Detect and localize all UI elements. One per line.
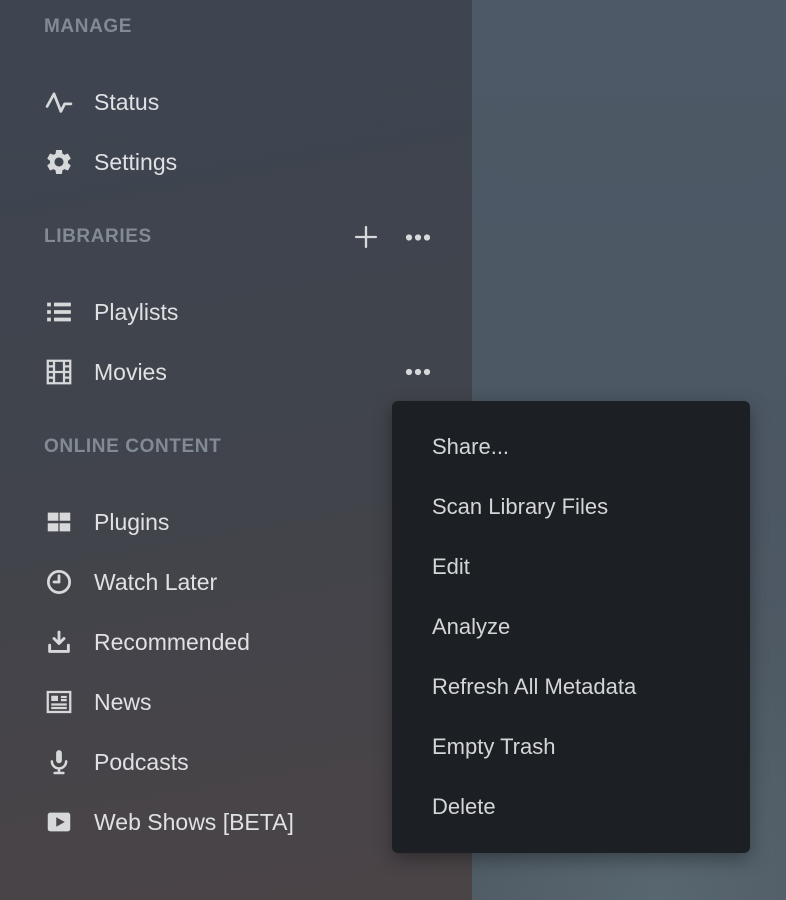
sidebar-item-label: Plugins	[94, 509, 169, 536]
microphone-icon	[44, 747, 74, 777]
menu-item-empty-trash[interactable]: Empty Trash	[392, 717, 750, 777]
section-label-libraries: LIBRARIES	[44, 226, 152, 248]
grid-icon	[44, 507, 74, 537]
sidebar-item-movies[interactable]: Movies	[0, 342, 472, 402]
play-box-icon	[44, 807, 74, 837]
activity-icon	[44, 87, 74, 117]
movies-more-button[interactable]	[404, 358, 432, 386]
sidebar-item-label: Web Shows [BETA]	[94, 809, 294, 836]
libraries-more-button[interactable]	[404, 223, 432, 251]
sidebar-item-label: Watch Later	[94, 569, 217, 596]
menu-item-delete[interactable]: Delete	[392, 777, 750, 837]
sidebar-item-settings[interactable]: Settings	[0, 132, 472, 192]
ellipsis-icon	[404, 358, 432, 386]
sidebar-item-label: Recommended	[94, 629, 250, 656]
sidebar-item-status[interactable]: Status	[0, 72, 472, 132]
film-icon	[44, 357, 74, 387]
sidebar-item-label: Podcasts	[94, 749, 189, 776]
section-header-libraries: LIBRARIES	[0, 210, 472, 264]
download-icon	[44, 627, 74, 657]
sidebar-item-label: Playlists	[94, 299, 178, 326]
menu-item-edit[interactable]: Edit	[392, 537, 750, 597]
sidebar-item-label: Settings	[94, 149, 177, 176]
section-label-manage: MANAGE	[44, 16, 132, 38]
gear-icon	[44, 147, 74, 177]
menu-item-share[interactable]: Share...	[392, 417, 750, 477]
section-header-manage: MANAGE	[0, 0, 472, 54]
section-libraries: LIBRARIES	[0, 210, 472, 402]
sidebar-item-label: News	[94, 689, 152, 716]
sidebar-item-playlists[interactable]: Playlists	[0, 282, 472, 342]
menu-item-scan-library-files[interactable]: Scan Library Files	[392, 477, 750, 537]
section-manage: MANAGE Status Settings	[0, 0, 472, 192]
playlist-icon	[44, 297, 74, 327]
clock-icon	[44, 567, 74, 597]
ellipsis-icon	[404, 223, 432, 251]
plus-icon	[352, 223, 380, 251]
menu-item-refresh-all-metadata[interactable]: Refresh All Metadata	[392, 657, 750, 717]
menu-item-analyze[interactable]: Analyze	[392, 597, 750, 657]
sidebar-item-label: Status	[94, 89, 159, 116]
sidebar-item-label: Movies	[94, 359, 167, 386]
add-library-button[interactable]	[352, 223, 380, 251]
context-menu: Share... Scan Library Files Edit Analyze…	[392, 401, 750, 853]
section-label-online-content: ONLINE CONTENT	[44, 436, 221, 458]
newspaper-icon	[44, 687, 74, 717]
